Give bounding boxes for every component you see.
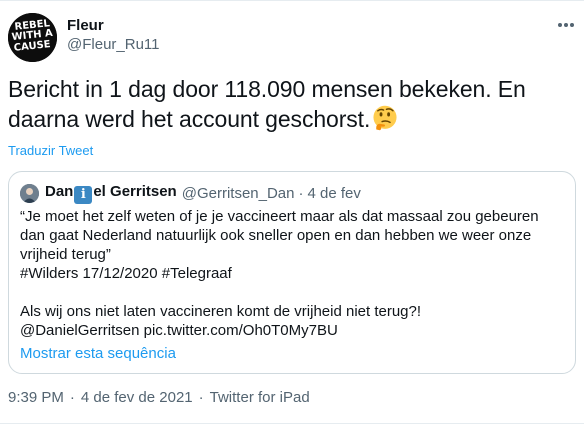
show-thread-link[interactable]: Mostrar esta sequência (20, 345, 176, 362)
quoted-author-name: Dan i el Gerritsen (45, 183, 177, 204)
author-names: Fleur @Fleur_Ru11 (67, 17, 160, 55)
quoted-date: 4 de fev (307, 184, 361, 202)
quoted-tweet-text: “Je moet het zelf weten of je je vaccine… (20, 207, 565, 340)
quoted-line-question: Als wij ons niet laten vaccineren komt d… (20, 303, 422, 320)
quoted-author-handle: @Gerritsen_Dan (181, 184, 295, 202)
tweet-date-link[interactable]: 4 de fev de 2021 (81, 389, 193, 406)
tweet-card: REBEL WITH A CAUSE Fleur @Fleur_Ru11 Ber… (0, 0, 584, 424)
thinking-face-icon (373, 105, 397, 131)
meta-separator: · (69, 389, 75, 406)
quoted-line-hashtags: #Wilders 17/12/2020 #Telegraaf (20, 265, 232, 282)
tweet-text: Bericht in 1 dag door 118.090 mensen bek… (8, 74, 568, 134)
quoted-author-name-part2: el Gerritsen (93, 182, 177, 200)
quoted-line-link: @DanielGerritsen pic.twitter.com/Oh0T0My… (20, 322, 338, 339)
person-photo-icon (20, 183, 39, 203)
rebel-with-a-cause-logo: REBEL WITH A CAUSE (8, 13, 57, 62)
quoted-author-name-part1: Dan (45, 182, 74, 200)
tweet-source-link[interactable]: Twitter for iPad (210, 389, 310, 406)
tweet-header: REBEL WITH A CAUSE Fleur @Fleur_Ru11 (8, 11, 576, 63)
tweet-text-content: Bericht in 1 dag door 118.090 mensen bek… (8, 76, 526, 132)
translate-tweet-link[interactable]: Traduzir Tweet (8, 143, 93, 158)
author-avatar[interactable]: REBEL WITH A CAUSE (8, 13, 57, 62)
quoted-line-quote: “Je moet het zelf weten of je je vaccine… (20, 208, 539, 263)
quoted-author-avatar (20, 183, 39, 203)
quoted-separator: · (298, 184, 304, 202)
tweet-meta: 9:39 PM · 4 de fev de 2021 · Twitter for iPa… (8, 389, 310, 406)
more-options-icon[interactable] (556, 15, 576, 35)
author-handle[interactable]: @Fleur_Ru11 (67, 35, 160, 55)
meta-separator-2: · (198, 389, 204, 406)
quoted-tweet-header: Dan i el Gerritsen @Gerritsen_Dan · 4 de f… (20, 183, 361, 204)
information-icon: i (74, 185, 93, 204)
author-display-name[interactable]: Fleur (67, 17, 160, 35)
quoted-tweet[interactable]: Dan i el Gerritsen @Gerritsen_Dan · 4 de f… (8, 171, 576, 374)
tweet-time-link[interactable]: 9:39 PM (8, 389, 64, 406)
